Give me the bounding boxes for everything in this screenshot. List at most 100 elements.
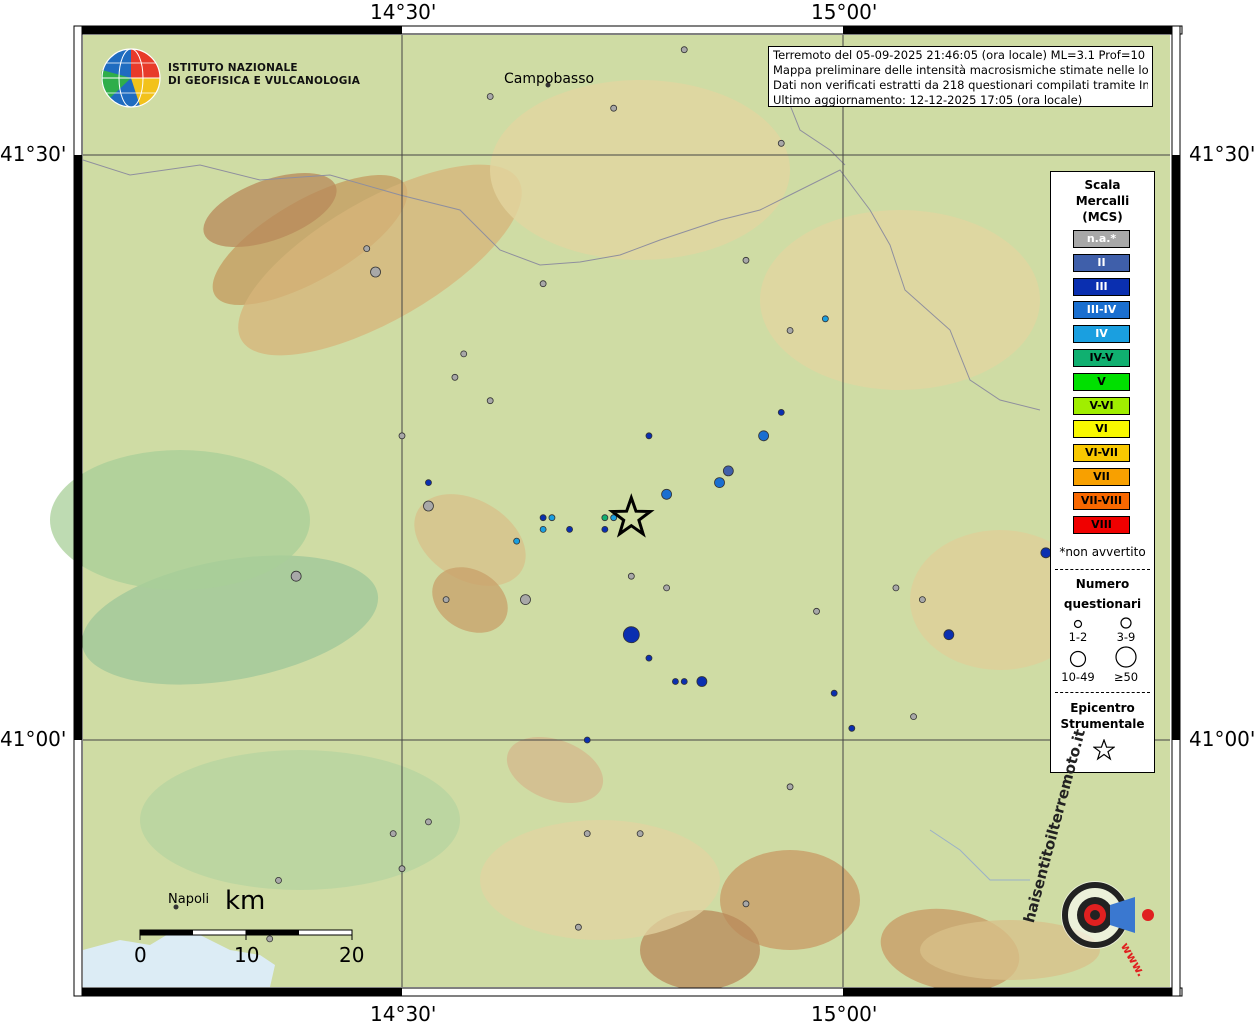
questionnaire-title-line: Numero	[1075, 577, 1130, 591]
intensity-point	[610, 104, 618, 112]
epicenter-title-line: Strumentale	[1060, 717, 1145, 731]
intensity-point	[696, 676, 708, 687]
lat-label-right-2: 41°00'	[1189, 727, 1255, 751]
intensity-point	[910, 713, 917, 720]
scale-unit: km	[225, 886, 266, 916]
intensity-point	[680, 678, 688, 685]
size-class-4: ≥50	[1113, 670, 1139, 684]
intensity-point	[786, 327, 794, 334]
intensity-point	[425, 818, 432, 826]
intensity-point	[672, 678, 679, 685]
place-napoli: Napoli	[168, 892, 210, 907]
intensity-point	[821, 315, 829, 323]
lat-label-left-2: 41°00'	[0, 727, 67, 751]
legend-title-line: Mercalli	[1075, 194, 1130, 208]
legend-swatch: n.a.*	[1073, 230, 1130, 248]
scale-tick-10: 10	[234, 943, 260, 967]
intensity-point	[539, 526, 547, 533]
intensity-point	[601, 514, 609, 522]
intensity-point	[398, 865, 406, 873]
scale-tick-0: 0	[134, 943, 147, 967]
intensity-point	[548, 514, 556, 522]
questionnaire-title-line: questionari	[1063, 597, 1142, 611]
intensity-point	[398, 432, 406, 440]
info-line-2: Mappa preliminare delle intensità macros…	[773, 63, 1148, 77]
lon-label-top-1: 14°30'	[370, 0, 437, 24]
legend-swatch: III	[1073, 277, 1130, 296]
intensity-point	[645, 654, 653, 662]
intensity-point	[627, 572, 635, 580]
intensity-point	[583, 830, 591, 837]
intensity-point	[513, 537, 521, 545]
intensity-point	[777, 408, 785, 416]
legend-swatch: V	[1073, 372, 1130, 391]
legend-swatch: V-VI	[1073, 396, 1130, 415]
intensity-point	[830, 689, 838, 697]
lat-label-right-1: 41°30'	[1189, 142, 1255, 166]
info-line-1: Terremoto del 05-09-2025 21:46:05 (ora l…	[773, 48, 1148, 62]
legend-swatch: VIII	[1073, 515, 1130, 534]
intensity-point	[275, 877, 282, 884]
lon-label-top-2: 15°00'	[811, 0, 878, 24]
intensity-point	[423, 500, 434, 512]
intensity-point	[575, 923, 582, 931]
size-class-2: 3-9	[1116, 630, 1136, 644]
intensity-point	[722, 465, 734, 477]
relief-patch	[760, 210, 1040, 390]
map-stage: 14°30' 15°00' 14°30' 15°00' 41°30' 41°00…	[0, 0, 1255, 1026]
intensity-point	[363, 245, 371, 253]
epicenter-title-line: Epicentro	[1070, 701, 1135, 715]
relief-patch	[50, 450, 310, 590]
lat-label-left-1: 41°30'	[0, 142, 67, 166]
place-campobasso: Campobasso	[504, 71, 595, 87]
intensity-point	[813, 607, 820, 615]
intensity-point	[742, 900, 750, 908]
intensity-point	[645, 432, 653, 440]
legend-swatch: IV	[1073, 325, 1130, 344]
relief-patch	[490, 80, 790, 260]
intensity-point	[442, 596, 450, 603]
intensity-point	[451, 373, 459, 381]
intensity-point	[566, 526, 573, 533]
intensity-point	[636, 830, 644, 837]
intensity-point	[389, 830, 397, 837]
event-info-box: Terremoto del 05-09-2025 21:46:05 (ora l…	[768, 46, 1153, 107]
intensity-point	[370, 266, 381, 278]
intensity-point	[714, 477, 725, 489]
intensity-point	[539, 514, 547, 522]
intensity-point	[583, 736, 591, 744]
questionnaire-title: Numero questionari	[1051, 574, 1154, 614]
intensity-point	[892, 584, 900, 592]
legend-swatch: II	[1073, 253, 1130, 272]
lon-label-bottom-2: 15°00'	[811, 1002, 878, 1026]
intensity-point	[786, 783, 794, 791]
institute-line-2: DI GEOFISICA E VULCANOLOGIA	[168, 75, 361, 87]
intensity-point	[680, 46, 688, 54]
legend-swatch: VII-VIII	[1073, 491, 1130, 510]
info-line-4: Ultimo aggiornamento: 12-12-2025 17:05 (…	[773, 93, 1083, 107]
legend-title: Scala Mercalli (MCS)	[1051, 177, 1154, 225]
institute-line-1: ISTITUTO NAZIONALE	[168, 62, 298, 74]
info-line-3: Dati non verificati estratti da 218 ques…	[773, 78, 1148, 92]
intensity-point	[848, 724, 856, 732]
legend-divider	[1055, 569, 1150, 570]
intensity-point	[622, 626, 640, 644]
intensity-point	[520, 594, 531, 605]
legend-swatch: III-IV	[1073, 301, 1130, 320]
intensity-point	[758, 430, 770, 442]
intensity-point	[460, 350, 468, 358]
epicenter-title: Epicentro Strumentale	[1051, 700, 1154, 732]
legend-title-line: Scala	[1084, 178, 1121, 192]
legend-title-line: (MCS)	[1082, 210, 1123, 224]
intensity-point	[661, 488, 672, 500]
intensity-point	[601, 526, 609, 533]
na-note: *non avvertito	[1059, 545, 1146, 559]
scale-tick-20: 20	[339, 943, 365, 967]
intensity-point	[425, 479, 432, 487]
intensity-point	[266, 935, 274, 943]
size-class-1: 1-2	[1068, 630, 1088, 644]
intensity-point	[663, 584, 670, 592]
relief-patch	[480, 820, 720, 940]
size-class-3: 10-49	[1061, 670, 1095, 684]
legend-swatch: VI-VII	[1073, 444, 1130, 463]
